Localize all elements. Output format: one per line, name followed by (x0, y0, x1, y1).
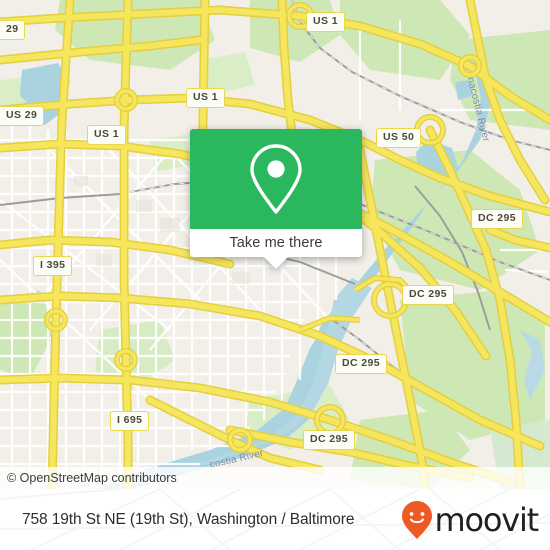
highway-shield: US 1 (87, 125, 126, 145)
highway-shield: 29 (0, 20, 26, 40)
highway-shield: US 1 (186, 88, 225, 108)
moovit-logo[interactable]: moovit (401, 500, 539, 540)
highway-shield: DC 295 (335, 354, 388, 374)
popup-footer[interactable]: Take me there (190, 229, 362, 269)
highway-shield: I 395 (33, 256, 73, 276)
map-attribution[interactable]: © OpenStreetMap contributors (0, 467, 550, 489)
highway-shield: I 695 (110, 411, 150, 431)
take-me-there-label: Take me there (229, 235, 323, 251)
highway-shield: US 50 (376, 128, 422, 148)
popup-header (190, 129, 362, 229)
highway-shield: US 1 (306, 12, 345, 32)
moovit-map-screenshot: 29 US 1 US 1 US 29 US 1 US 50 DC 295 I 395 DC 29… (0, 0, 550, 550)
highway-shield: DC 295 (303, 430, 356, 450)
map-pin-icon (250, 144, 302, 214)
highway-shield: DC 295 (402, 285, 455, 305)
address-footer: 758 19th St NE (19th St), Washington / B… (0, 489, 550, 550)
highway-shield: US 29 (0, 106, 45, 126)
highway-shield: DC 295 (471, 209, 524, 229)
moovit-wordmark: moovit (434, 500, 539, 539)
moovit-pin-icon (402, 500, 433, 539)
attribution-text: © OpenStreetMap contributors (7, 471, 177, 485)
location-popup-card[interactable]: Take me there (190, 129, 362, 269)
address-text: 758 19th St NE (19th St), Washington / B… (22, 510, 355, 528)
popup-tail-pointer (264, 256, 288, 269)
